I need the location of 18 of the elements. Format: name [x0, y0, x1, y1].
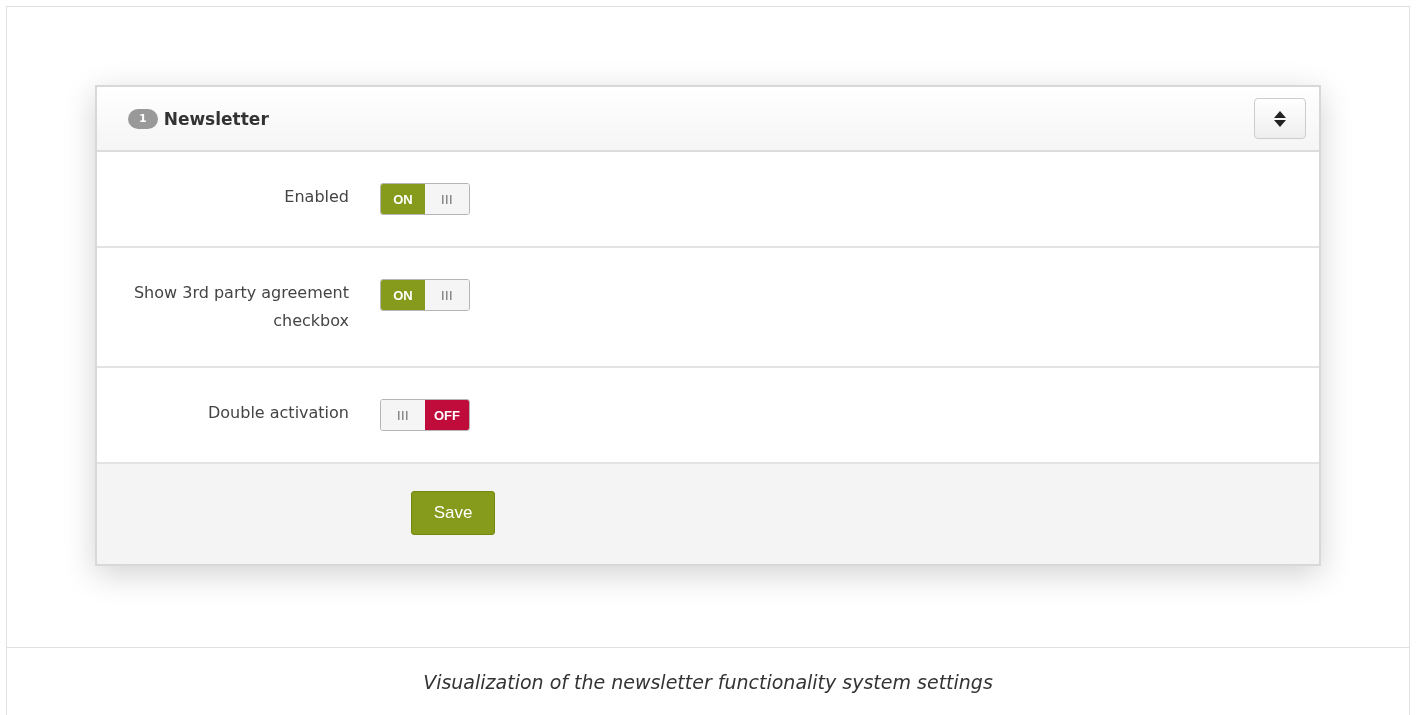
- toggle-switch[interactable]: OFF: [380, 399, 470, 431]
- figure-caption: Visualization of the newsletter functionality system settings: [422, 669, 994, 695]
- state-label: ON: [381, 184, 425, 214]
- toggle-switch[interactable]: ON: [380, 279, 470, 311]
- grip-icon: [398, 410, 408, 420]
- save-button[interactable]: Save: [411, 491, 495, 535]
- state-label: OFF: [425, 400, 469, 430]
- sort-button[interactable]: [1254, 98, 1306, 139]
- step-number: 1: [128, 108, 158, 129]
- grip-icon: [442, 194, 452, 204]
- state-label: ON: [381, 280, 425, 310]
- toggle-switch[interactable]: ON: [380, 183, 470, 215]
- sort-icon: [1274, 110, 1286, 127]
- setting-label: Show 3rd party agreement checkbox: [132, 282, 349, 332]
- grip-icon: [442, 290, 452, 300]
- panel-title: Newsletter: [163, 108, 269, 129]
- setting-label: Double activation: [206, 402, 349, 424]
- setting-label: Enabled: [283, 186, 349, 208]
